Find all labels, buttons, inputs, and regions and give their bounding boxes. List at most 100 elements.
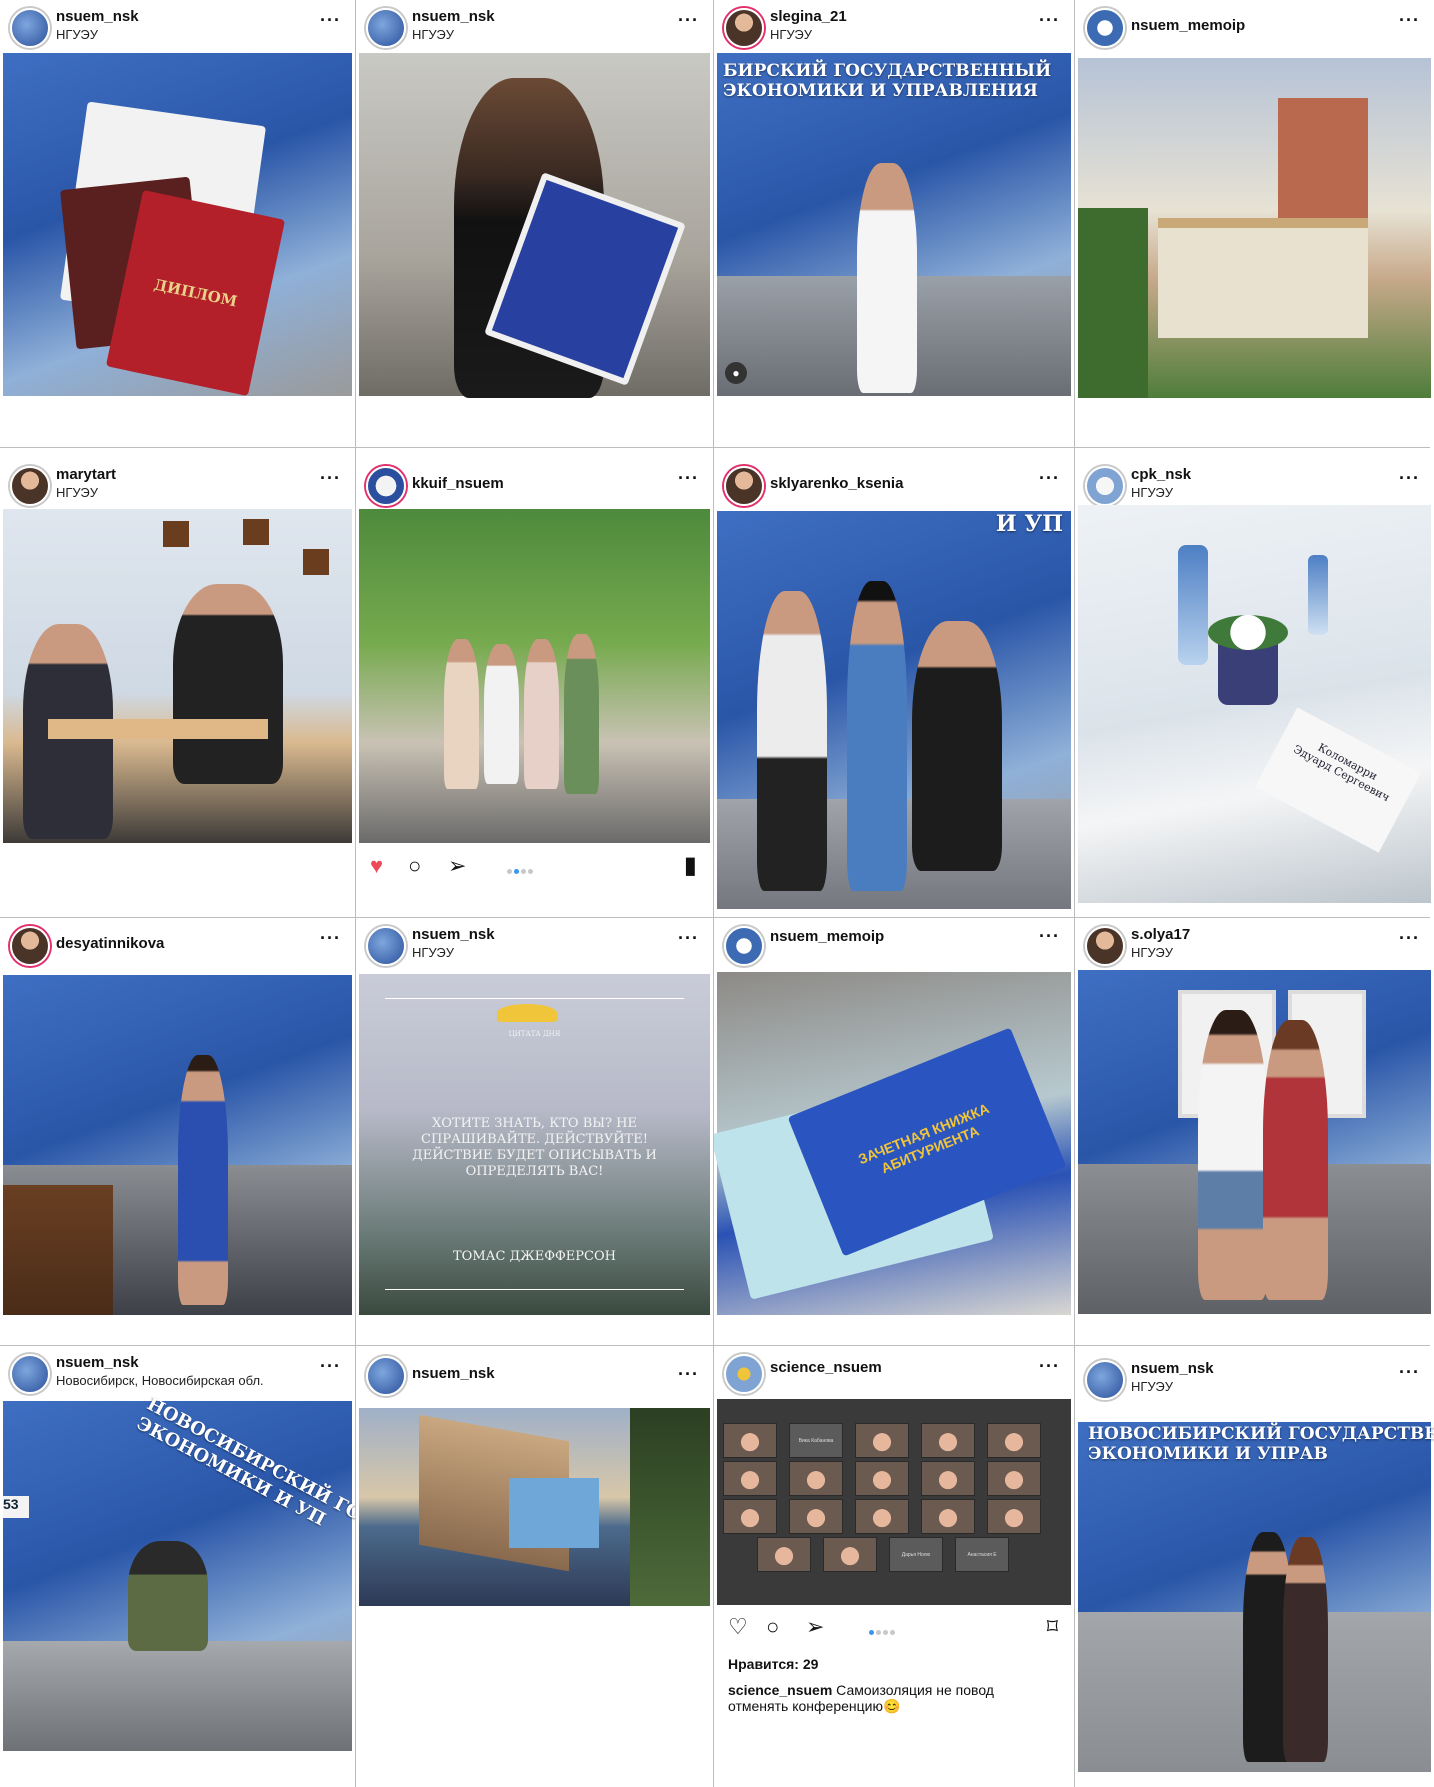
post-card[interactable]: nsuem_nsk ··· [356,1346,713,1787]
post-card[interactable]: nsuem_nsk Новосибирск, Новосибирская обл… [0,1346,355,1787]
post-card[interactable]: nsuem_nsk НГУЭУ ··· НОВОСИБИРСКИЙ ГОСУДА… [1075,1346,1434,1787]
post-card[interactable]: s.olya17 НГУЭУ ··· [1075,918,1434,1345]
username[interactable]: nsuem_nsk [56,8,139,25]
comment-icon[interactable]: ○ [766,1614,779,1640]
username[interactable]: nsuem_memoip [770,928,884,945]
post-card[interactable]: nsuem_memoip ··· [1075,0,1434,447]
bookmark-icon[interactable]: ⌑ [1047,1614,1058,1640]
post-photo[interactable]: И УП [717,511,1071,909]
avatar[interactable] [724,466,764,506]
username[interactable]: sklyarenko_ksenia [770,475,903,492]
heart-icon[interactable]: ♥ [370,853,383,879]
avatar[interactable] [366,1356,406,1396]
avatar[interactable] [724,926,764,966]
post-card[interactable]: nsuem_memoip ··· ЗАЧЕТНАЯ КНИЖКА АБИТУРИ… [714,918,1074,1345]
post-photo[interactable]: ДИПЛОМ [3,53,352,397]
avatar[interactable] [1085,926,1125,966]
post-photo[interactable]: ЦИТАТА ДНЯ ХОТИТЕ ЗНАТЬ, КТО ВЫ? НЕ СПРА… [359,974,710,1315]
post-card[interactable]: cpk_nsk НГУЭУ ··· Коломарри Эдуард Серге… [1075,458,1434,917]
avatar[interactable] [366,466,406,506]
username[interactable]: nsuem_memoip [1131,17,1245,34]
avatar[interactable] [1085,8,1125,48]
post-photo[interactable]: НОВОСИБИРСКИЙ ГОСУДАРСТВЕНН ЭКОНОМИКИ И … [1078,1422,1434,1772]
more-dots-icon[interactable]: ··· [678,1364,699,1385]
username[interactable]: marytart [56,466,116,483]
post-card[interactable]: science_nsuem ··· Вика Кабанова Дарья Но… [714,1346,1074,1787]
more-dots-icon[interactable]: ··· [1039,926,1060,947]
location[interactable]: Новосибирск, Новосибирская обл. [56,1373,264,1388]
location[interactable]: НГУЭУ [412,945,454,960]
post-photo[interactable] [359,1408,710,1606]
avatar[interactable] [10,1354,50,1394]
username[interactable]: kkuif_nsuem [412,475,504,492]
more-dots-icon[interactable]: ··· [678,928,699,949]
more-dots-icon[interactable]: ··· [1399,10,1420,31]
avatar[interactable] [10,926,50,966]
bookmark-icon[interactable]: ▮ [684,853,697,879]
username[interactable]: nsuem_nsk [412,8,495,25]
post-photo[interactable] [3,975,352,1315]
caption-username[interactable]: science_nsuem [728,1682,832,1698]
send-icon[interactable]: ➢ [448,853,466,879]
post-photo[interactable]: НОВОСИБИРСКИЙ ГОСУДАРСТ ЭКОНОМИКИ И УП 5… [3,1394,355,1751]
comment-icon[interactable]: ○ [408,853,421,879]
post-card[interactable]: desyatinnikova ··· [0,918,355,1345]
username[interactable]: s.olya17 [1131,926,1190,943]
post-card[interactable]: nsuem_nsk НГУЭУ ··· [356,0,713,447]
more-dots-icon[interactable]: ··· [678,468,699,489]
username[interactable]: nsuem_nsk [1131,1360,1214,1377]
avatar[interactable] [1085,466,1125,506]
username[interactable]: desyatinnikova [56,935,164,952]
like-count[interactable]: Нравится: 29 [728,1656,818,1672]
username[interactable]: cpk_nsk [1131,466,1191,483]
username[interactable]: science_nsuem [770,1359,882,1376]
more-dots-icon[interactable]: ··· [1039,10,1060,31]
avatar[interactable] [10,8,50,48]
location[interactable]: НГУЭУ [1131,485,1173,500]
post-card[interactable]: kkuif_nsuem ··· ♥ ○ ➢ ▮ [356,458,713,917]
send-icon[interactable]: ➢ [806,1614,824,1640]
post-photo[interactable] [3,509,352,843]
username[interactable]: nsuem_nsk [412,1365,495,1382]
post-photo[interactable] [359,509,710,843]
location[interactable]: НГУЭУ [1131,945,1173,960]
location[interactable]: НГУЭУ [412,27,454,42]
username[interactable]: slegina_21 [770,8,847,25]
more-dots-icon[interactable]: ··· [320,928,341,949]
more-dots-icon[interactable]: ··· [320,468,341,489]
more-dots-icon[interactable]: ··· [1399,1362,1420,1383]
post-photo[interactable]: Коломарри Эдуард Сергеевич [1078,505,1431,903]
post-photo[interactable] [1078,970,1431,1314]
username[interactable]: nsuem_nsk [56,1354,139,1371]
avatar[interactable] [1085,1360,1125,1400]
avatar[interactable] [724,1354,764,1394]
location[interactable]: НГУЭУ [1131,1379,1173,1394]
location[interactable]: НГУЭУ [770,27,812,42]
location[interactable]: НГУЭУ [56,485,98,500]
heart-icon[interactable]: ♡ [728,1614,748,1640]
more-dots-icon[interactable]: ··· [1039,1356,1060,1377]
location[interactable]: НГУЭУ [56,27,98,42]
avatar[interactable] [366,926,406,966]
post-photo[interactable]: БИРСКИЙ ГОСУДАРСТВЕННЫЙ ЭКОНОМИКИ И УПРА… [717,53,1071,396]
avatar[interactable] [366,8,406,48]
avatar[interactable] [10,466,50,506]
post-photo[interactable] [1078,58,1431,398]
post-card[interactable]: slegina_21 НГУЭУ ··· БИРСКИЙ ГОСУДАРСТВЕ… [714,0,1074,447]
username[interactable]: nsuem_nsk [412,926,495,943]
avatar[interactable] [724,8,764,48]
more-dots-icon[interactable]: ··· [1399,468,1420,489]
post-photo[interactable] [359,53,710,398]
more-dots-icon[interactable]: ··· [1039,468,1060,489]
post-photo[interactable]: ЗАЧЕТНАЯ КНИЖКА АБИТУРИЕНТА [714,972,1071,1315]
post-photo[interactable]: Вика Кабанова Дарья Нолю Анастасия Е [717,1399,1071,1605]
more-dots-icon[interactable]: ··· [678,10,699,31]
tagged-user-icon[interactable]: ● [725,362,747,384]
more-dots-icon[interactable]: ··· [320,1356,341,1377]
more-dots-icon[interactable]: ··· [320,10,341,31]
post-card[interactable]: nsuem_nsk НГУЭУ ··· ЦИТАТА ДНЯ ХОТИТЕ ЗН… [356,918,713,1345]
post-card[interactable]: marytart НГУЭУ ··· [0,458,355,917]
more-dots-icon[interactable]: ··· [1399,928,1420,949]
post-card[interactable]: sklyarenko_ksenia ··· И УП [714,458,1074,917]
post-card[interactable]: nsuem_nsk НГУЭУ ··· ДИПЛОМ [0,0,355,447]
